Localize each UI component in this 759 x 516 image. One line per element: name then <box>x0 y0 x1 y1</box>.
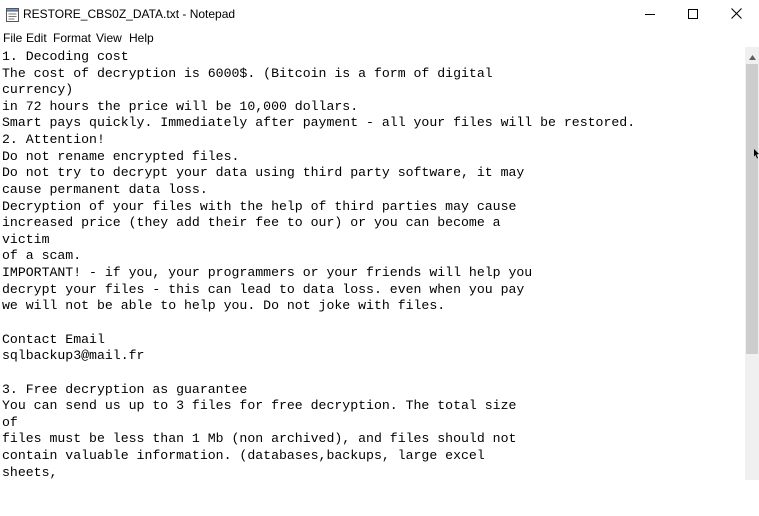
menu-view[interactable]: View <box>96 31 122 45</box>
text-line: we will not be able to help you. Do not … <box>2 298 446 313</box>
menu-help[interactable]: Help <box>129 31 154 45</box>
text-line: of <box>2 415 18 430</box>
text-line: 1. Decoding cost <box>2 49 129 64</box>
minimize-button[interactable] <box>627 0 673 29</box>
maximize-icon <box>688 6 698 24</box>
text-line: currency) <box>2 82 74 97</box>
text-line: Do not rename encrypted files. <box>2 149 240 164</box>
menu-edit[interactable]: Edit <box>26 31 47 45</box>
close-icon <box>730 6 742 24</box>
window-bottom-area <box>0 480 759 516</box>
vertical-scrollbar[interactable] <box>745 47 759 480</box>
text-line: Decryption of your files with the help o… <box>2 199 517 214</box>
text-line: Contact Email <box>2 332 105 347</box>
menu-format[interactable]: Format <box>53 31 91 45</box>
text-line: sheets, <box>2 465 58 480</box>
text-line: 3. Free decryption as guarantee <box>2 382 248 397</box>
window-title: RESTORE_CBS0Z_DATA.txt - Notepad <box>23 7 236 21</box>
text-line: increased price (they add their fee to o… <box>2 215 501 230</box>
menu-bar: File Edit Format View Help <box>0 29 759 47</box>
mouse-cursor-icon <box>754 148 759 160</box>
notepad-icon <box>6 7 19 22</box>
text-line: decrypt your files - this can lead to da… <box>2 282 525 297</box>
text-editor[interactable]: 1. Decoding cost The cost of decryption … <box>0 47 745 480</box>
close-button[interactable] <box>713 0 759 29</box>
chevron-up-icon <box>748 47 756 65</box>
text-line: of a scam. <box>2 248 82 263</box>
menu-file[interactable]: File <box>3 31 22 45</box>
scrollbar-thumb[interactable] <box>746 64 758 354</box>
text-line: cause permanent data loss. <box>2 182 208 197</box>
text-line: Do not try to decrypt your data using th… <box>2 165 525 180</box>
text-line: The cost of decryption is 6000$. (Bitcoi… <box>2 66 493 81</box>
text-line: IMPORTANT! - if you, your programmers or… <box>2 265 533 280</box>
text-line: in 72 hours the price will be 10,000 dol… <box>2 99 359 114</box>
text-line: victim <box>2 232 50 247</box>
maximize-button[interactable] <box>670 0 716 29</box>
text-line: files must be less than 1 Mb (non archiv… <box>2 431 517 446</box>
text-line: contain valuable information. (databases… <box>2 448 485 463</box>
scroll-up-button[interactable] <box>745 47 759 64</box>
minimize-icon <box>645 6 655 24</box>
text-line: Smart pays quickly. Immediately after pa… <box>2 115 636 130</box>
text-line: 2. Attention! <box>2 132 105 147</box>
text-line: sqlbackup3@mail.fr <box>2 348 145 363</box>
title-bar[interactable]: RESTORE_CBS0Z_DATA.txt - Notepad <box>0 0 759 29</box>
text-line: You can send us up to 3 files for free d… <box>2 398 517 413</box>
